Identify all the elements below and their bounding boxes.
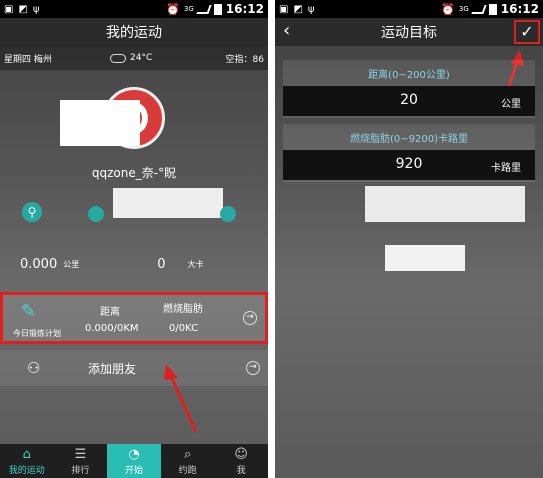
redaction-block	[365, 186, 525, 222]
username: qqzone_奈-°眖	[91, 166, 177, 180]
air-quality: 空指：86	[225, 54, 264, 65]
status-bar: ▣ ◩ ψ ⏰ 3G 16:12	[0, 0, 268, 18]
battery-icon	[213, 3, 222, 15]
image-icon: ◩	[293, 3, 303, 15]
calories-value: 0	[157, 256, 166, 272]
image-icon: ◩	[18, 3, 28, 15]
network-label: 3G	[183, 5, 194, 13]
distance-goal-unit: 公里	[501, 99, 521, 110]
activity-icon[interactable]	[88, 206, 104, 222]
tab-run-together[interactable]: ⌕ 约跑	[161, 444, 215, 478]
usb-icon: ψ	[307, 3, 315, 15]
battery-icon	[488, 3, 497, 15]
distance-unit: 公里	[63, 259, 80, 269]
distance-value: 0.000	[20, 256, 58, 272]
alarm-icon: ⏰	[441, 2, 455, 16]
fat-header: 燃烧脂肪	[163, 304, 203, 315]
clock: 16:12	[225, 2, 264, 16]
back-icon[interactable]: ‹	[283, 20, 290, 41]
weekday: 星期四	[4, 54, 32, 65]
user-icon: ☺	[234, 447, 248, 462]
clock: 16:12	[500, 2, 539, 16]
fat-goal-unit: 卡路里	[491, 163, 521, 174]
distance-goal-field: 距离(0~200公里) 20 公里	[283, 60, 535, 118]
arrow-right-icon[interactable]: →	[243, 311, 257, 325]
plan-label: 今日锻炼计划	[13, 329, 61, 338]
tab-ranking[interactable]: ☰ 排行	[54, 444, 108, 478]
bottom-tab-bar: ⌂ 我的运动 ☰ 排行 ◔ 开始 ⌕ 约跑 ☺ 我	[0, 444, 268, 478]
signal-icon	[471, 4, 487, 14]
distance-progress: 0.000/0KM	[85, 323, 139, 334]
distance-goal-value: 20	[400, 92, 418, 108]
network-label: 3G	[458, 5, 469, 13]
timer-icon: ◔	[128, 447, 140, 462]
redaction-block	[385, 245, 465, 271]
page-title: 运动目标	[381, 25, 437, 41]
calories-unit: 大卡	[187, 259, 204, 269]
usb-icon: ψ	[32, 3, 40, 15]
people-icon: ⚇	[27, 359, 41, 377]
image-icon: ▣	[4, 3, 14, 15]
city: 梅州	[33, 54, 52, 65]
tab-start[interactable]: ◔ 开始	[107, 444, 161, 478]
exercise-goal-panel[interactable]: ✎ 今日锻炼计划 距离 燃烧脂肪 0.000/0KM 0/0KC →	[0, 292, 268, 344]
add-friends-row[interactable]: ⚇ 添加朋友 →	[0, 350, 268, 386]
distance-goal-label: 距离(0~200公里)	[368, 70, 450, 81]
temperature: 24°C	[130, 53, 153, 63]
left-screen: ▣ ◩ ψ ⏰ 3G 16:12 我的运动 星期四 梅州 24°C 空指：86 qq…	[0, 0, 268, 478]
activity-icon[interactable]	[220, 206, 236, 222]
tab-my-sport[interactable]: ⌂ 我的运动	[0, 444, 54, 478]
weather-bar: 星期四 梅州 24°C 空指：86	[0, 46, 268, 70]
signal-icon	[196, 4, 212, 14]
home-icon: ⌂	[22, 447, 31, 462]
running-icon[interactable]: ⚲	[22, 202, 42, 222]
arrow-right-icon[interactable]: →	[246, 361, 260, 375]
add-friends-label: 添加朋友	[88, 361, 137, 376]
distance-header: 距离	[100, 307, 120, 318]
status-bar: ▣ ◩ ψ ⏰ 3G 16:12	[275, 0, 543, 18]
alarm-icon: ⏰	[166, 2, 180, 16]
page-title: 我的运动	[0, 18, 268, 46]
redaction-block	[113, 188, 223, 218]
distance-goal-input[interactable]: 20 公里	[283, 86, 535, 116]
fat-goal-input[interactable]: 920 卡路里	[283, 150, 535, 180]
image-icon: ▣	[279, 3, 289, 15]
fat-goal-field: 燃烧脂肪(0~9200)卡路里 920 卡路里	[283, 124, 535, 182]
pen-icon: ✎	[21, 301, 37, 322]
fat-progress: 0/0KC	[169, 323, 199, 334]
right-screen: ▣ ◩ ψ ⏰ 3G 16:12 ‹ 运动目标 ✓ 距离(0~200公里) 20 公…	[275, 0, 543, 478]
annotation-arrow	[164, 364, 198, 433]
page-title-bar: ‹ 运动目标 ✓	[275, 18, 543, 46]
search-icon: ⌕	[183, 447, 192, 462]
tab-me[interactable]: ☺ 我	[214, 444, 268, 478]
redaction-block	[60, 100, 140, 146]
fat-goal-label: 燃烧脂肪(0~9200)卡路里	[350, 134, 468, 145]
list-icon: ☰	[74, 447, 87, 462]
confirm-check-icon[interactable]: ✓	[514, 20, 540, 44]
today-stats: 0.000 公里 0 大卡	[20, 252, 258, 276]
cloud-icon	[110, 53, 126, 63]
